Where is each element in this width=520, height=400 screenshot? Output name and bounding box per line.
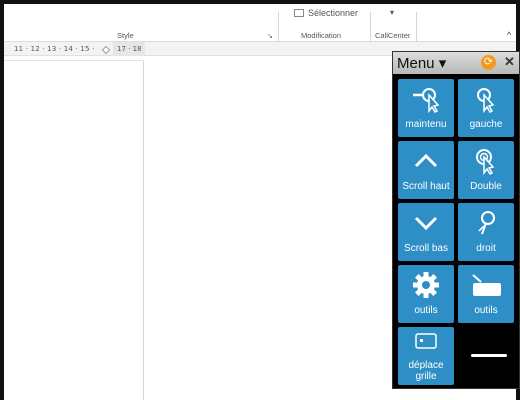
select-label: Sélectionner [308, 8, 359, 18]
ruler-margin: 17 · 18 [113, 42, 145, 56]
tile-click-hold[interactable]: maintenu [398, 79, 454, 137]
ribbon-separator [416, 12, 417, 42]
ribbon-dropdown-arrow[interactable]: ▾ [390, 8, 394, 17]
ribbon-separator [278, 12, 279, 42]
tile-scroll-up[interactable]: Scroll haut [398, 141, 454, 199]
select-command[interactable]: Sélectionner [294, 8, 358, 18]
tile-double-click[interactable]: Double [458, 141, 514, 199]
tile-scroll-down[interactable]: Scroll bas [398, 203, 454, 261]
tile-label: outils [414, 305, 438, 316]
tile-label: gauche [469, 119, 503, 130]
group-label-style: Style [117, 31, 134, 40]
select-icon [294, 9, 304, 17]
ruler-numbers: 11 · 12 · 13 · 14 · 15 · [14, 45, 95, 53]
refresh-icon[interactable]: ⟳ [481, 55, 496, 70]
tile-tools-settings[interactable]: outils [398, 265, 454, 323]
right-click-icon [458, 208, 514, 238]
click-hold-icon [398, 84, 454, 114]
chevron-up-icon [398, 146, 454, 176]
ribbon: Sélectionner ▾ Style ↘ Modification Call… [4, 4, 516, 42]
keyboard-tool-icon [458, 270, 514, 300]
tile-label: déplace grille [408, 360, 444, 382]
close-icon[interactable]: ✕ [504, 54, 515, 70]
indent-marker[interactable] [101, 45, 111, 55]
chevron-down-icon [398, 208, 454, 238]
ribbon-separator [370, 12, 371, 42]
tile-grid-move[interactable]: déplace grille [398, 327, 454, 385]
grid-move-icon [398, 329, 454, 353]
menu-header[interactable]: Menu ▾ ⟳ ✕ [393, 52, 519, 74]
tile-label: Scroll bas [404, 243, 448, 254]
tile-tools-keyboard[interactable]: outils [458, 265, 514, 323]
tile-label: outils [474, 305, 498, 316]
menu-title[interactable]: Menu ▾ [397, 54, 446, 72]
left-click-icon [458, 84, 514, 114]
minimize-dash-icon[interactable] [471, 354, 507, 357]
document-page[interactable] [4, 60, 144, 400]
tile-label: droit [476, 243, 496, 254]
tile-label: Scroll haut [402, 181, 450, 192]
group-label-modification: Modification [301, 31, 342, 40]
tile-left-click[interactable]: gauche [458, 79, 514, 137]
double-click-icon [458, 146, 514, 176]
tile-label: Double [470, 181, 502, 192]
gear-icon [398, 270, 454, 300]
ruler-tail-numbers: 17 · 18 [117, 45, 142, 53]
style-launcher-icon[interactable]: ↘ [267, 32, 273, 40]
tile-right-click[interactable]: droit [458, 203, 514, 261]
group-label-callcenter: CallCenter [375, 31, 411, 40]
mouse-menu-panel: Menu ▾ ⟳ ✕ maintenu gauche Scroll haut D… [392, 51, 520, 389]
tile-label: maintenu [405, 119, 447, 130]
collapse-ribbon-icon[interactable]: ^ [507, 30, 511, 40]
